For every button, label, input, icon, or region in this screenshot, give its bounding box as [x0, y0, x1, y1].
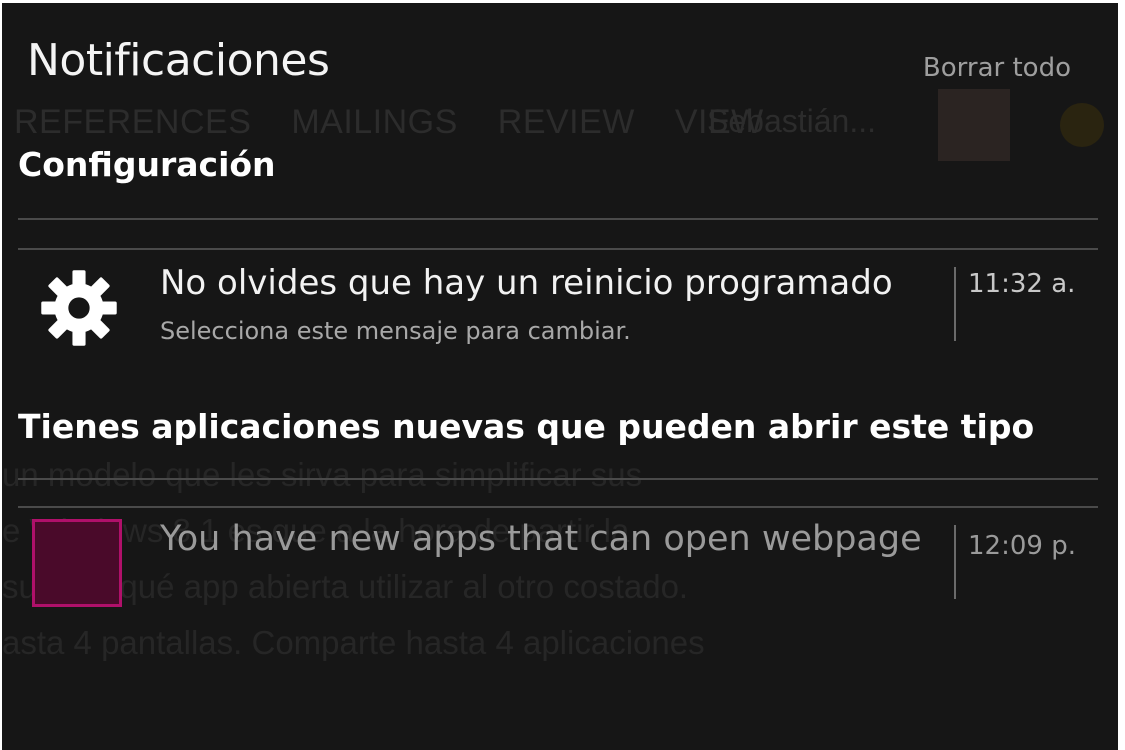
background-tab-references: REFERENCES: [14, 103, 252, 141]
background-document-line: un modelo que les sirva para simplificar…: [2, 456, 643, 493]
notification-time: 12:09 p.: [968, 531, 1076, 561]
app-tile-icon: [32, 519, 122, 607]
notification-title: No olvides que hay un reinicio programad…: [160, 263, 893, 303]
clear-all-button[interactable]: Borrar todo: [923, 53, 1071, 83]
background-tab-mailings: MAILINGS: [291, 103, 458, 141]
separator: [18, 248, 1098, 250]
separator: [18, 218, 1098, 220]
group-header-new-apps[interactable]: Tienes aplicaciones nuevas que pueden ab…: [18, 407, 1050, 446]
notification-time: 11:32 a.: [968, 269, 1076, 299]
background-user-name: Sebastián...: [707, 103, 876, 139]
notification-item-reboot[interactable]: No olvides que hay un reinicio programad…: [18, 253, 1098, 353]
background-smiley-icon: [1060, 103, 1104, 147]
background-ribbon-tabs: REFERENCES MAILINGS REVIEW VIEW: [14, 103, 794, 142]
background-document-line: asta 4 pantallas. Comparte hasta 4 aplic…: [2, 624, 705, 661]
panel-title: Notificaciones: [27, 35, 330, 86]
notification-body: Selecciona este mensaje para cambiar.: [160, 317, 631, 345]
notification-item-new-apps[interactable]: You have new apps that can open webpages…: [18, 511, 1098, 611]
background-tab-review: REVIEW: [497, 103, 635, 141]
notification-title: You have new apps that can open webpages: [160, 519, 920, 559]
group-header-configuracion[interactable]: Configuración: [18, 145, 1050, 184]
notification-panel: REFERENCES MAILINGS REVIEW VIEW Sebastiá…: [2, 3, 1118, 750]
notification-divider: [954, 525, 956, 599]
notification-divider: [954, 267, 956, 341]
gear-icon: [41, 270, 117, 346]
separator: [18, 506, 1098, 508]
screen: REFERENCES MAILINGS REVIEW VIEW Sebastiá…: [0, 0, 1125, 750]
separator: [18, 478, 1098, 480]
